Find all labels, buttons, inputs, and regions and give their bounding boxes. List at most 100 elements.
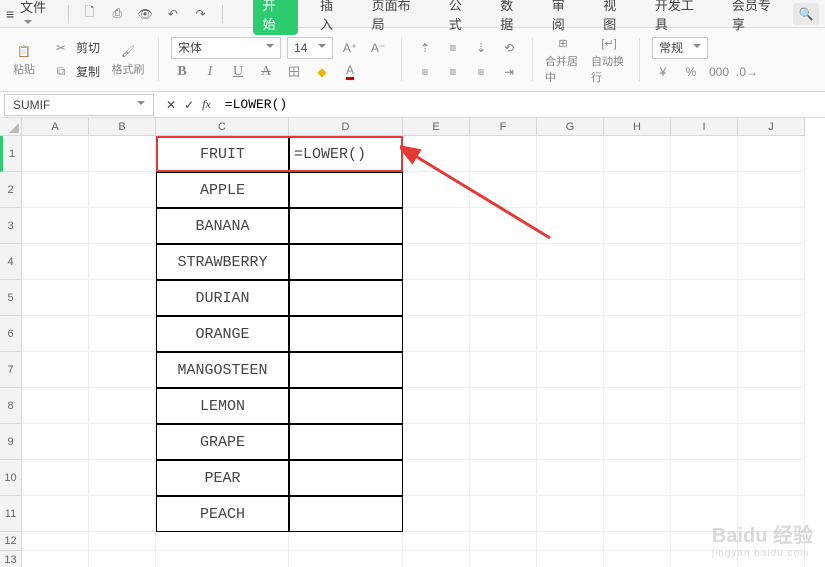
column-header[interactable]: B xyxy=(89,118,156,136)
cell[interactable] xyxy=(671,388,738,424)
cell[interactable] xyxy=(470,136,537,172)
spreadsheet-grid[interactable]: ABCDEFGHIJ 1234567891011121314 FRUIT=LOW… xyxy=(0,118,825,567)
tab-review[interactable]: 审阅 xyxy=(548,0,582,35)
number-format-dropdown[interactable]: 常规 xyxy=(652,37,708,59)
row-header[interactable]: 7 xyxy=(0,352,22,388)
search-icon[interactable]: 🔍 xyxy=(793,3,819,25)
cell[interactable] xyxy=(470,244,537,280)
menu-icon[interactable]: ≡ xyxy=(6,6,14,22)
tab-formula[interactable]: 公式 xyxy=(445,0,479,35)
format-painter-button[interactable]: 🖌 格式刷 xyxy=(110,32,146,87)
align-bottom-icon[interactable]: ⇣ xyxy=(470,37,492,59)
name-box[interactable]: SUMIF xyxy=(4,94,154,116)
cell[interactable] xyxy=(22,551,89,567)
cell[interactable] xyxy=(470,352,537,388)
cell[interactable] xyxy=(403,496,470,532)
cell[interactable] xyxy=(22,532,89,551)
cell[interactable] xyxy=(22,208,89,244)
row-header[interactable]: 2 xyxy=(0,172,22,208)
column-header[interactable]: I xyxy=(671,118,738,136)
cell[interactable] xyxy=(289,172,403,208)
cell[interactable] xyxy=(671,208,738,244)
wrap-text-button[interactable]: [↵] 自动换行 xyxy=(591,32,627,87)
column-header[interactable]: F xyxy=(470,118,537,136)
cell[interactable] xyxy=(156,532,289,551)
cell[interactable] xyxy=(470,460,537,496)
cell[interactable] xyxy=(738,316,805,352)
tab-insert[interactable]: 插入 xyxy=(316,0,350,35)
cell[interactable]: BANANA xyxy=(156,208,289,244)
cell[interactable]: PEACH xyxy=(156,496,289,532)
cell[interactable] xyxy=(89,551,156,567)
cancel-formula-icon[interactable]: ✕ xyxy=(166,98,176,112)
copy-button[interactable]: ⧉复制 xyxy=(52,61,100,83)
row-header[interactable]: 12 xyxy=(0,532,22,551)
row-header[interactable]: 4 xyxy=(0,244,22,280)
cell[interactable] xyxy=(537,496,604,532)
tab-data[interactable]: 数据 xyxy=(496,0,530,35)
cell[interactable] xyxy=(738,208,805,244)
cell[interactable] xyxy=(89,280,156,316)
cell[interactable] xyxy=(537,208,604,244)
cell[interactable] xyxy=(604,316,671,352)
cell[interactable]: MANGOSTEEN xyxy=(156,352,289,388)
orientation-icon[interactable]: ⟲ xyxy=(498,37,520,59)
print-icon[interactable]: ⎙ xyxy=(107,3,129,25)
increase-font-icon[interactable]: A⁺ xyxy=(339,37,361,59)
decrease-font-icon[interactable]: A⁻ xyxy=(367,37,389,59)
row-header[interactable]: 13 xyxy=(0,551,22,567)
cell[interactable] xyxy=(403,244,470,280)
cell[interactable] xyxy=(671,244,738,280)
column-header[interactable]: H xyxy=(604,118,671,136)
row-headers[interactable]: 1234567891011121314 xyxy=(0,136,22,567)
cell[interactable] xyxy=(738,244,805,280)
cell[interactable] xyxy=(22,280,89,316)
cell[interactable]: FRUIT xyxy=(156,136,289,172)
preview-icon[interactable]: 👁 xyxy=(134,3,156,25)
cell[interactable] xyxy=(89,532,156,551)
fx-icon[interactable]: fx xyxy=(202,97,211,112)
cell[interactable] xyxy=(403,136,470,172)
save-icon[interactable]: 🗋 xyxy=(79,3,101,25)
cell[interactable] xyxy=(289,352,403,388)
cell[interactable] xyxy=(289,244,403,280)
cell[interactable] xyxy=(671,352,738,388)
column-header[interactable]: D xyxy=(289,118,403,136)
cell[interactable] xyxy=(403,352,470,388)
cell[interactable]: =LOWER() xyxy=(289,136,403,172)
cell[interactable]: DURIAN xyxy=(156,280,289,316)
cell[interactable] xyxy=(89,136,156,172)
underline-button[interactable]: U xyxy=(227,61,249,83)
merge-center-button[interactable]: ⊞ 合并居中 xyxy=(545,32,581,87)
cell[interactable] xyxy=(671,424,738,460)
cell[interactable] xyxy=(403,532,470,551)
row-header[interactable]: 10 xyxy=(0,460,22,496)
row-header[interactable]: 9 xyxy=(0,424,22,460)
cell[interactable] xyxy=(604,460,671,496)
cell[interactable] xyxy=(89,460,156,496)
cell[interactable] xyxy=(403,280,470,316)
cell[interactable] xyxy=(22,352,89,388)
cell[interactable] xyxy=(470,551,537,567)
cell[interactable] xyxy=(89,316,156,352)
tab-member[interactable]: 会员专享 xyxy=(728,0,787,35)
tab-view[interactable]: 视图 xyxy=(599,0,633,35)
strike-button[interactable]: A xyxy=(255,61,277,83)
cell[interactable] xyxy=(604,532,671,551)
cell[interactable] xyxy=(22,460,89,496)
cell[interactable] xyxy=(671,316,738,352)
cell[interactable] xyxy=(403,208,470,244)
cell[interactable] xyxy=(470,280,537,316)
border-button[interactable]: 田 xyxy=(283,61,305,83)
cell[interactable] xyxy=(604,388,671,424)
cell[interactable] xyxy=(537,352,604,388)
indent-icon[interactable]: ⇥ xyxy=(498,61,520,83)
align-left-icon[interactable]: ≡ xyxy=(414,61,436,83)
cell[interactable] xyxy=(89,424,156,460)
cell[interactable] xyxy=(289,280,403,316)
accept-formula-icon[interactable]: ✓ xyxy=(184,98,194,112)
comma-icon[interactable]: 000 xyxy=(708,61,730,83)
align-top-icon[interactable]: ⇡ xyxy=(414,37,436,59)
align-center-icon[interactable]: ≡ xyxy=(442,61,464,83)
cut-button[interactable]: ✂剪切 xyxy=(52,37,100,59)
